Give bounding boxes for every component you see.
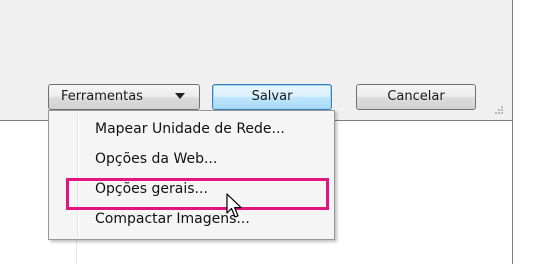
save-button-label: Salvar xyxy=(251,89,293,104)
save-button[interactable]: Salvar xyxy=(212,84,332,110)
tools-button-label: Ferramentas xyxy=(61,89,143,104)
highlight-box xyxy=(66,178,329,210)
window-border xyxy=(512,120,513,264)
cancel-button[interactable]: Cancelar xyxy=(356,84,476,110)
menu-item-map-network-drive[interactable]: Mapear Unidade de Rede... xyxy=(95,121,285,137)
tools-menu: Mapear Unidade de Rede... Opções da Web.… xyxy=(48,110,335,240)
dialog-panel: Ferramentas Salvar Cancelar xyxy=(0,0,513,121)
menu-item-web-options[interactable]: Opções da Web... xyxy=(95,151,217,167)
menu-icon-gutter xyxy=(77,113,79,237)
chevron-down-icon xyxy=(175,93,185,99)
tools-dropdown-button[interactable]: Ferramentas xyxy=(48,84,200,110)
cancel-button-label: Cancelar xyxy=(387,89,445,104)
mouse-pointer-icon xyxy=(226,193,242,218)
resize-grip-icon[interactable] xyxy=(492,103,504,115)
